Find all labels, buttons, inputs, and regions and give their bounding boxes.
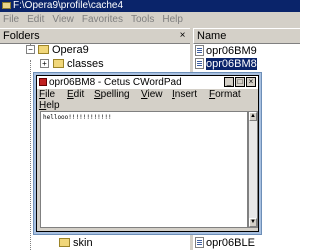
- folders-header: Folders: [0, 28, 190, 44]
- file-icon: [195, 45, 204, 56]
- tree-item-label: skin: [73, 237, 93, 249]
- wordpad-menu-insert[interactable]: Insert: [172, 89, 197, 100]
- wordpad-menu-view[interactable]: View: [141, 89, 163, 100]
- tree-item-classes[interactable]: classes: [53, 57, 104, 71]
- menu-favorites[interactable]: Favorites: [82, 14, 123, 25]
- collapse-icon[interactable]: −: [26, 45, 35, 54]
- explorer-title-bar: F:\Opera9\profile\cache4: [0, 0, 300, 12]
- maximize-button[interactable]: □: [235, 77, 245, 87]
- file-icon: [195, 237, 204, 248]
- menu-tools[interactable]: Tools: [131, 14, 154, 25]
- wordpad-menu-file[interactable]: File: [39, 89, 55, 100]
- wordpad-menubar: File Edit Spelling View Insert Format He…: [37, 89, 258, 111]
- wordpad-app-icon[interactable]: [39, 78, 47, 86]
- name-column-header[interactable]: Name: [193, 28, 300, 44]
- menu-help[interactable]: Help: [162, 14, 183, 25]
- folder-icon: [38, 45, 49, 54]
- wordpad-menu-spelling[interactable]: Spelling: [94, 89, 130, 100]
- file-name: opr06BM8: [206, 58, 257, 70]
- expand-icon[interactable]: +: [40, 59, 49, 68]
- list-item[interactable]: opr06BM9: [195, 44, 257, 58]
- file-name: opr06BLE: [206, 237, 255, 249]
- wordpad-menu-edit[interactable]: Edit: [67, 89, 84, 100]
- wordpad-menu-help[interactable]: Help: [39, 100, 60, 111]
- vertical-scrollbar[interactable]: ▲ ▼: [248, 111, 258, 228]
- document-text: hellooo!!!!!!!!!!!!: [43, 114, 112, 121]
- tree-connector: [30, 60, 31, 250]
- minimize-button[interactable]: _: [224, 77, 234, 87]
- file-icon: [195, 58, 204, 69]
- folder-icon: [53, 59, 64, 68]
- menu-file[interactable]: File: [3, 14, 19, 25]
- folder-icon: [2, 1, 11, 9]
- tree-item-label: classes: [67, 58, 104, 70]
- scroll-up-icon[interactable]: ▲: [249, 112, 257, 121]
- explorer-title: F:\Opera9\profile\cache4: [13, 0, 124, 11]
- explorer-menubar: File Edit View Favorites Tools Help: [0, 12, 300, 28]
- list-item[interactable]: opr06BLE: [195, 236, 255, 250]
- tree-item-opera9[interactable]: Opera9: [38, 43, 89, 57]
- document-editor[interactable]: hellooo!!!!!!!!!!!!: [40, 111, 248, 228]
- menu-edit[interactable]: Edit: [27, 14, 44, 25]
- folder-icon: [59, 238, 70, 247]
- tree-item-label: Opera9: [52, 44, 89, 56]
- file-name: opr06BM9: [206, 45, 257, 57]
- menu-view[interactable]: View: [52, 14, 74, 25]
- wordpad-menu-format[interactable]: Format: [209, 89, 241, 100]
- list-item-selected[interactable]: opr06BM8: [195, 57, 257, 71]
- close-icon[interactable]: ×: [177, 31, 188, 41]
- scroll-down-icon[interactable]: ▼: [249, 218, 257, 227]
- wordpad-title: opr06BM8 - Cetus CWordPad: [49, 77, 182, 88]
- close-button[interactable]: ×: [246, 77, 256, 87]
- tree-item-skin[interactable]: skin: [59, 236, 93, 250]
